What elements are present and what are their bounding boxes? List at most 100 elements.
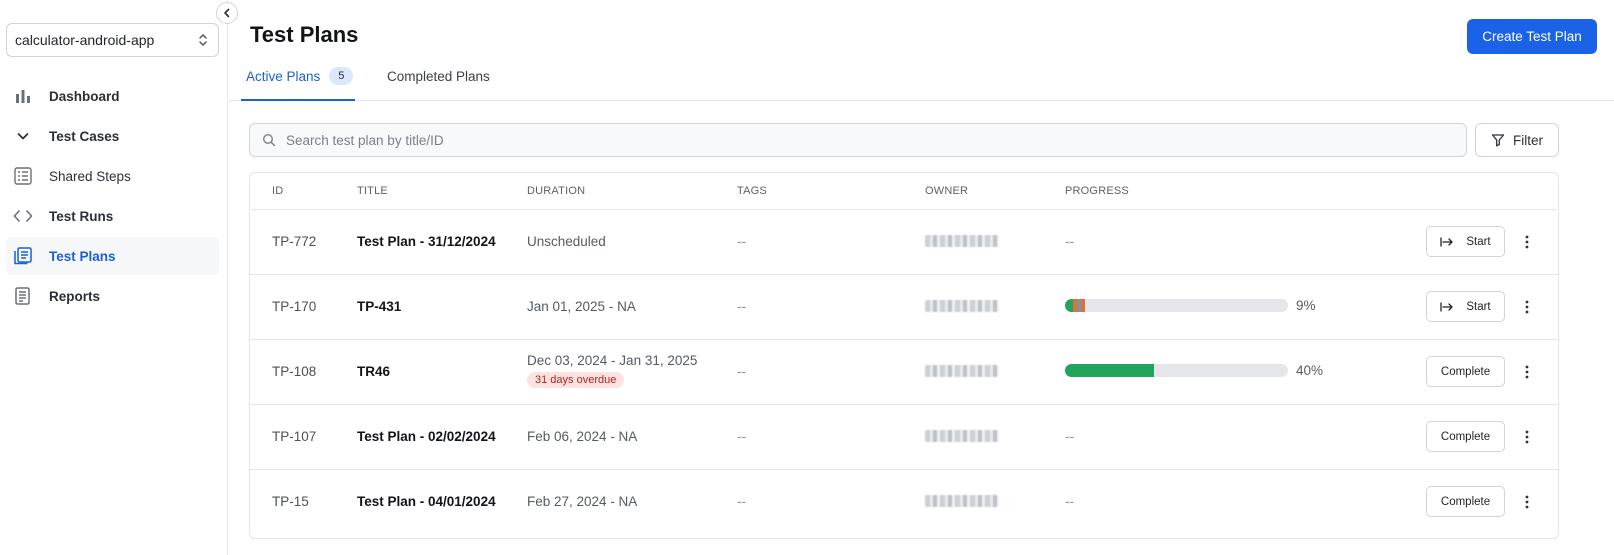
action-label: Complete: [1440, 365, 1491, 378]
sidebar-item-label: Test Runs: [49, 208, 114, 224]
tab-completed-plans[interactable]: Completed Plans: [387, 60, 490, 101]
page-title: Test Plans: [250, 22, 359, 47]
plan-title[interactable]: Test Plan - 02/02/2024: [357, 429, 496, 444]
column-header-duration: DURATION: [527, 185, 586, 197]
main-content: Test Plans Create Test Plan Active Plans…: [229, 0, 1614, 555]
plan-id: TP-170: [272, 299, 317, 314]
blurred-owner-name: [925, 430, 999, 442]
sidebar-item-test-plans[interactable]: Test Plans: [6, 237, 219, 275]
sidebar-item-test-runs[interactable]: Test Runs: [6, 197, 219, 235]
search-icon: [262, 133, 276, 147]
code-brackets-icon: [12, 205, 34, 227]
progress-percent: 40%: [1296, 363, 1324, 378]
sidebar-item-label: Shared Steps: [49, 168, 131, 184]
plan-id: TP-15: [272, 494, 309, 509]
progress-bar: 40%: [1065, 363, 1323, 378]
collapse-sidebar-button[interactable]: [216, 2, 238, 24]
plan-tags: --: [737, 299, 746, 314]
start-button[interactable]: Start: [1426, 226, 1505, 257]
table-row[interactable]: TP-108 TR46 Dec 03, 2024 - Jan 31, 2025 …: [250, 340, 1558, 405]
owner-avatar-name: [925, 365, 999, 377]
test-plans-table: ID TITLE DURATION TAGS OWNER PROGRESS TP…: [249, 172, 1559, 539]
plan-duration: Feb 06, 2024 - NA: [527, 429, 638, 444]
plan-title[interactable]: Test Plan - 31/12/2024: [357, 234, 496, 249]
complete-button[interactable]: Complete: [1426, 421, 1505, 452]
plan-title[interactable]: TP-431: [357, 299, 401, 314]
tab-count-badge: 5: [329, 67, 354, 85]
complete-button[interactable]: Complete: [1426, 486, 1505, 517]
search-input[interactable]: [286, 132, 1436, 148]
owner-avatar-name: [925, 235, 999, 247]
sidebar-item-shared-steps[interactable]: Shared Steps: [6, 157, 219, 195]
complete-button[interactable]: Complete: [1426, 356, 1505, 387]
sidebar-item-test-cases[interactable]: Test Cases: [6, 117, 219, 155]
plan-duration: Dec 03, 2024 - Jan 31, 2025: [527, 353, 698, 368]
sidebar-nav: Dashboard Test Cases Shared Steps Test R…: [6, 77, 219, 317]
progress-fill: [1065, 364, 1155, 377]
action-label: Complete: [1440, 495, 1491, 508]
sidebar-item-label: Dashboard: [49, 88, 120, 104]
start-button[interactable]: Start: [1426, 291, 1505, 322]
column-header-tags: TAGS: [737, 185, 767, 197]
more-options-icon[interactable]: [1517, 361, 1537, 383]
filter-button[interactable]: Filter: [1475, 123, 1559, 157]
test-plans-icon: [12, 245, 34, 267]
plan-id: TP-772: [272, 234, 317, 249]
sidebar-item-label: Test Plans: [49, 248, 116, 264]
column-header-title: TITLE: [357, 185, 388, 197]
plan-title[interactable]: Test Plan - 04/01/2024: [357, 494, 496, 509]
project-selector[interactable]: calculator-android-app: [6, 23, 219, 57]
chevron-left-icon: [224, 8, 230, 18]
table-row[interactable]: TP-107 Test Plan - 02/02/2024 Feb 06, 20…: [250, 405, 1558, 470]
blurred-owner-name: [925, 365, 999, 377]
action-label: Start: [1466, 235, 1491, 248]
progress-bar: 9%: [1065, 298, 1316, 313]
more-options-icon[interactable]: [1517, 426, 1537, 448]
table-row[interactable]: TP-15 Test Plan - 04/01/2024 Feb 27, 202…: [250, 470, 1558, 535]
overdue-badge: 31 days overdue: [527, 372, 625, 388]
report-icon: [12, 285, 34, 307]
sidebar: calculator-android-app Dashboard Test Ca…: [0, 0, 238, 555]
plan-tags: --: [737, 494, 746, 509]
plan-id: TP-107: [272, 429, 317, 444]
plan-id: TP-108: [272, 364, 317, 379]
more-options-icon[interactable]: [1517, 491, 1537, 513]
plan-tabs: Active Plans 5 Completed Plans: [229, 60, 1614, 101]
sidebar-item-dashboard[interactable]: Dashboard: [6, 77, 219, 115]
progress-fill: [1065, 299, 1086, 312]
progress-track: [1065, 299, 1288, 312]
progress-segment: [1081, 299, 1086, 312]
table-row[interactable]: TP-170 TP-431 Jan 01, 2025 - NA -- 9% St…: [250, 275, 1558, 340]
blurred-owner-name: [925, 235, 999, 247]
search-bar: [249, 123, 1467, 157]
more-options-icon[interactable]: [1517, 296, 1537, 318]
progress-track: [1065, 364, 1288, 377]
table-row[interactable]: TP-772 Test Plan - 31/12/2024 Unschedule…: [250, 210, 1558, 275]
blurred-owner-name: [925, 300, 999, 312]
filter-icon: [1491, 134, 1505, 147]
owner-avatar-name: [925, 495, 999, 507]
column-header-owner: OWNER: [925, 185, 969, 197]
plan-title[interactable]: TR46: [357, 364, 390, 379]
more-options-icon[interactable]: [1517, 231, 1537, 253]
chevron-down-icon: [12, 125, 34, 147]
create-test-plan-button[interactable]: Create Test Plan: [1467, 19, 1597, 54]
tab-active-plans[interactable]: Active Plans 5: [241, 60, 355, 101]
filter-label: Filter: [1513, 132, 1543, 148]
sidebar-item-reports[interactable]: Reports: [6, 277, 219, 315]
plan-duration: Feb 27, 2024 - NA: [527, 494, 638, 509]
arrow-right-to-bar-icon: [1440, 236, 1454, 247]
action-label: Start: [1466, 300, 1491, 313]
arrow-right-to-bar-icon: [1440, 301, 1454, 312]
action-label: Complete: [1440, 430, 1491, 443]
owner-avatar-name: [925, 300, 999, 312]
column-header-progress: PROGRESS: [1065, 185, 1129, 197]
sidebar-item-label: Test Cases: [49, 128, 120, 144]
tab-label: Active Plans: [246, 69, 321, 84]
list-steps-icon: [12, 165, 34, 187]
plan-tags: --: [737, 234, 746, 249]
project-name: calculator-android-app: [15, 32, 155, 48]
plan-duration-block: Dec 03, 2024 - Jan 31, 2025 31 days over…: [527, 353, 697, 388]
blurred-owner-name: [925, 495, 999, 507]
plan-progress-empty: --: [1065, 494, 1074, 509]
